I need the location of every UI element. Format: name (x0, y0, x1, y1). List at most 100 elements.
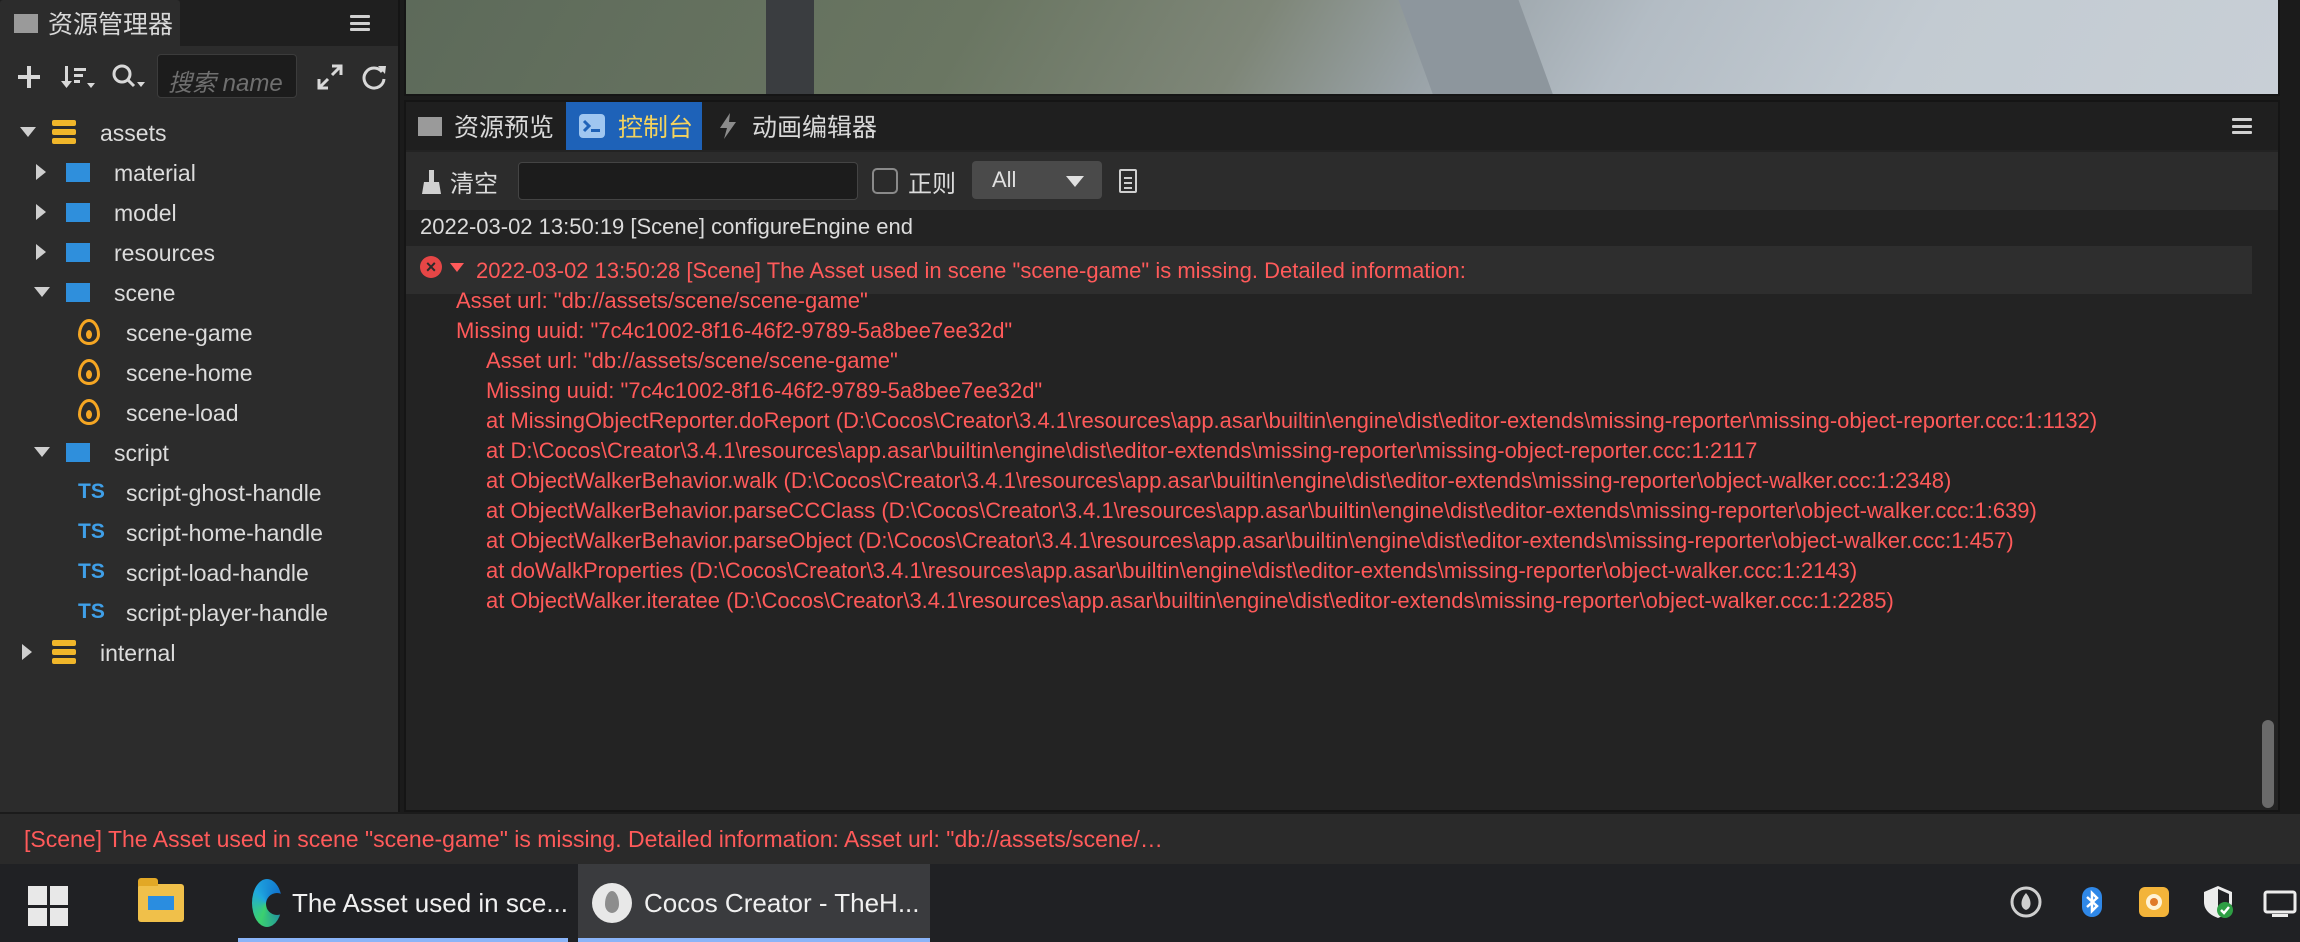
tree-item-script-load-handle[interactable]: TS script-load-handle (0, 552, 398, 592)
taskbar-app-cocos-creator[interactable]: Cocos Creator - TheH... (578, 864, 930, 942)
taskbar-indicator (578, 938, 930, 942)
tree-item-label: script (114, 440, 169, 466)
expand-icon (317, 64, 343, 90)
typescript-icon: TS (78, 480, 105, 503)
scene-object (766, 0, 814, 94)
tab-animation-editor[interactable]: 动画编辑器 (704, 102, 884, 150)
database-icon (52, 120, 76, 144)
sort-button[interactable] (58, 52, 100, 102)
assets-tab-label: 资源管理器 (48, 11, 174, 39)
scene-icon (78, 399, 100, 425)
tree-item-scene-load[interactable]: scene-load (0, 392, 398, 432)
file-explorer-icon[interactable] (138, 878, 184, 922)
console-toolbar: 清空 正则 All (406, 152, 2278, 210)
cocos-creator-window: 资源管理器 搜索 name assets material model reso… (0, 0, 2300, 942)
tree-item-label: script-home-handle (126, 520, 323, 546)
tree-item-script-home-handle[interactable]: TS script-home-handle (0, 512, 398, 552)
chevron-down-icon[interactable] (34, 447, 50, 457)
console-scrollbar[interactable] (2262, 720, 2274, 808)
open-log-file-icon[interactable] (1119, 169, 1137, 193)
chevron-down-icon[interactable] (34, 287, 50, 297)
app-tray-icon[interactable] (2136, 884, 2172, 920)
folder-icon (418, 116, 442, 136)
tree-item-label: script-ghost-handle (126, 480, 322, 506)
log-line: 2022-03-02 13:50:19 [Scene] configureEng… (420, 214, 913, 239)
chevron-right-icon[interactable] (36, 204, 46, 220)
assets-tab[interactable]: 资源管理器 (0, 0, 180, 46)
clear-label: 清空 (450, 171, 498, 198)
tree-item-script-ghost-handle[interactable]: TS script-ghost-handle (0, 472, 398, 512)
console-menu-icon[interactable] (2232, 118, 2252, 134)
collapse-toggle-icon[interactable] (450, 263, 464, 272)
error-log-line: Missing uuid: "7c4c1002-8f16-46f2-9789-5… (486, 378, 1043, 403)
animation-icon (720, 113, 736, 139)
tree-item-script-player-handle[interactable]: TS script-player-handle (0, 592, 398, 632)
taskbar-indicator (238, 938, 568, 942)
expand-all-button[interactable] (312, 52, 348, 102)
chevron-down-icon (1066, 176, 1084, 187)
search-type-button[interactable] (108, 52, 150, 102)
tree-item-scene-game[interactable]: scene-game (0, 312, 398, 352)
edge-icon (252, 879, 288, 927)
error-icon: × (420, 256, 442, 278)
error-log-line: at D:\Cocos\Creator\3.4.1\resources\app.… (486, 438, 1758, 463)
windows-taskbar: The Asset used in sce... Cocos Creator -… (0, 864, 2300, 942)
folder-icon (66, 283, 90, 302)
regex-label: 正则 (908, 171, 956, 198)
chevron-right-icon[interactable] (36, 164, 46, 180)
taskbar-app-label: The Asset used in sce... (291, 887, 568, 918)
status-bar: [Scene] The Asset used in scene "scene-g… (0, 814, 2300, 864)
asset-search-input[interactable]: 搜索 name (157, 54, 297, 98)
tab-console[interactable]: 控制台 (566, 102, 702, 150)
clear-button[interactable]: 清空 (422, 164, 498, 199)
windows-start-icon[interactable] (28, 886, 68, 926)
tree-item-label: scene-load (126, 400, 239, 426)
console-filter-input[interactable] (518, 162, 858, 200)
tree-item-model[interactable]: model (0, 192, 398, 232)
tree-item-script[interactable]: script (0, 432, 398, 472)
tree-item-label: scene (114, 280, 176, 306)
sort-icon (61, 66, 95, 88)
tree-item-label: scene-home (126, 360, 253, 386)
tab-label: 控制台 (618, 114, 694, 142)
panel-menu-icon[interactable] (350, 15, 370, 31)
network-icon[interactable] (2262, 884, 2298, 920)
regex-checkbox[interactable] (872, 168, 898, 194)
tree-item-scene-home[interactable]: scene-home (0, 352, 398, 392)
log-level-select[interactable]: All (972, 161, 1102, 199)
chevron-right-icon[interactable] (22, 644, 32, 660)
tree-item-scene[interactable]: scene (0, 272, 398, 312)
refresh-icon (362, 66, 386, 90)
broom-icon (422, 169, 441, 194)
error-log-line: Asset url: "db://assets/scene/scene-game… (456, 288, 868, 313)
scene-icon (78, 319, 100, 345)
chevron-right-icon[interactable] (36, 244, 46, 260)
assets-tabbar: 资源管理器 (0, 0, 398, 46)
tree-item-label: internal (100, 640, 176, 666)
tab-label: 资源预览 (454, 114, 555, 142)
tree-item-internal[interactable]: internal (0, 632, 398, 672)
database-icon (52, 640, 76, 664)
error-log-line: at doWalkProperties (D:\Cocos\Creator\3.… (486, 558, 1858, 583)
error-log-line: at ObjectWalkerBehavior.parseObject (D:\… (486, 528, 2014, 553)
chevron-down-icon[interactable] (20, 127, 36, 137)
folder-icon (66, 163, 90, 182)
tree-item-assets[interactable]: assets (0, 112, 398, 152)
tree-item-resources[interactable]: resources (0, 232, 398, 272)
taskbar-app-edge[interactable]: The Asset used in sce... (238, 864, 568, 942)
bluetooth-icon[interactable] (2074, 884, 2110, 920)
search-icon (112, 64, 145, 88)
add-asset-button[interactable] (14, 52, 44, 102)
error-log-line: 2022-03-02 13:50:28 [Scene] The Asset us… (476, 258, 1466, 283)
tree-item-label: script-load-handle (126, 560, 309, 586)
cocos-tray-icon[interactable] (2008, 884, 2044, 920)
security-shield-icon[interactable] (2200, 884, 2236, 920)
tree-item-material[interactable]: material (0, 152, 398, 192)
assets-panel: 资源管理器 搜索 name assets material model reso… (0, 0, 400, 812)
tab-asset-preview[interactable]: 资源预览 (406, 102, 564, 150)
folder-icon (14, 13, 38, 33)
plus-icon (18, 66, 40, 88)
status-message[interactable]: [Scene] The Asset used in scene "scene-g… (24, 826, 1163, 853)
scene-viewport[interactable] (404, 0, 2280, 96)
refresh-button[interactable] (356, 52, 392, 102)
